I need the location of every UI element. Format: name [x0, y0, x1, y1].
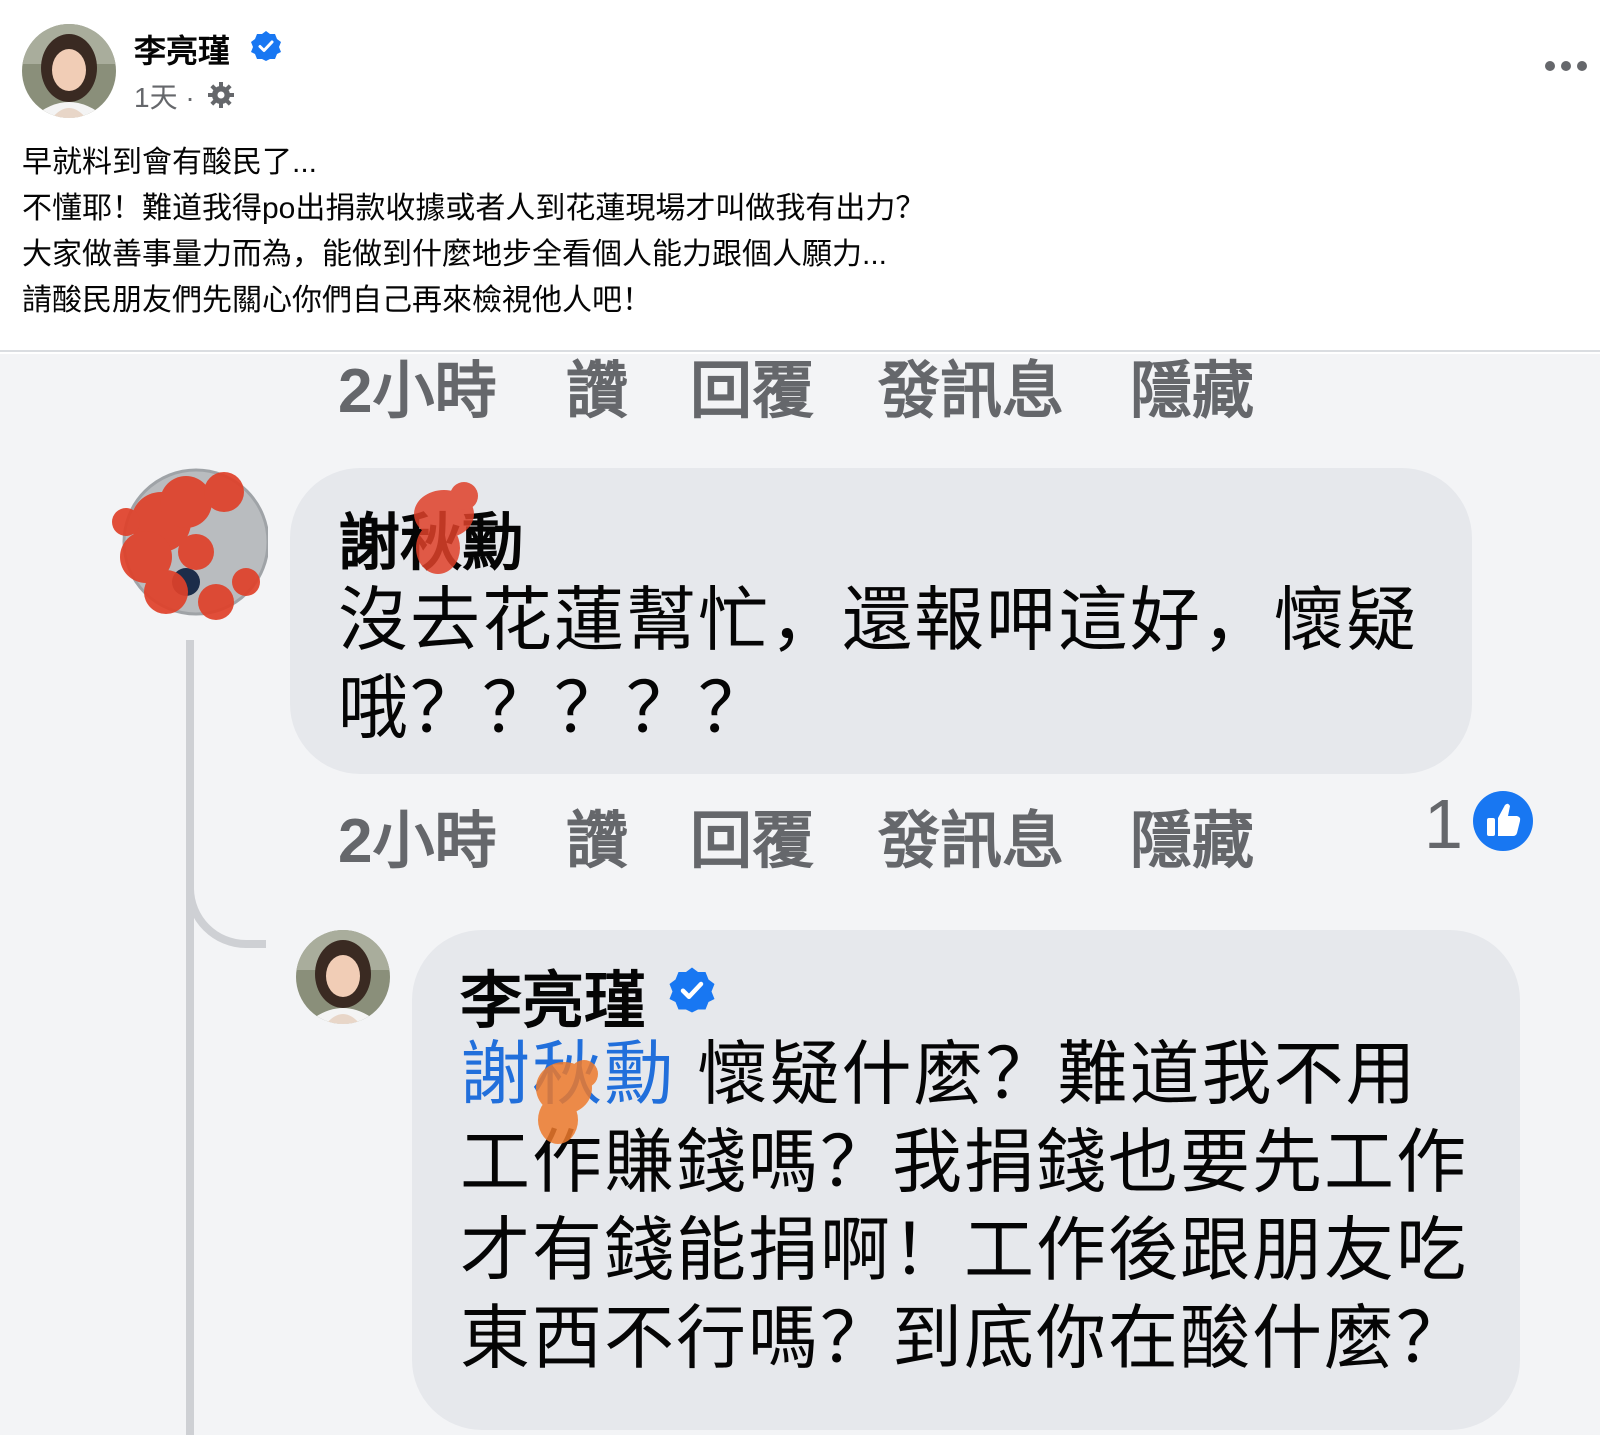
name-redaction-scribble [414, 482, 478, 574]
post-body-text: 早就料到會有酸民了... 不懂耶！難道我得po出捐款收據或者人到花蓮現場才叫做我… [22, 140, 925, 324]
thread-line [186, 640, 194, 1435]
reply-text: 謝秋勳 懷疑什麼？難道我不用 工作賺錢嗎？我捐錢也要先工作 才有錢能捐啊！工作後… [460, 1030, 1520, 1382]
post-header-section: 李亮瑾 1天 · 早就料到會有酸民了... 不懂耶！難道我得po出捐款收據或者人… [0, 0, 1600, 352]
hide-action[interactable]: 隱藏 [1130, 354, 1254, 430]
verified-badge-icon [251, 31, 281, 61]
like-action[interactable]: 讚 [566, 790, 628, 880]
commenter-avatar-redacted[interactable] [106, 462, 268, 624]
like-count[interactable]: 1 [1424, 784, 1463, 864]
reply-line: 東西不行嗎？到底你在酸什麼？ [460, 1299, 1468, 1377]
comment-text: 沒去花蓮幫忙，還報呷這好，懷疑 哦？？？？？ [338, 576, 1458, 752]
more-options-icon[interactable] [1544, 56, 1588, 76]
reply-author-name[interactable]: 李亮瑾 [460, 950, 646, 1040]
post-timestamp[interactable]: 1天 · [134, 76, 195, 116]
post-line: 大家做善事量力而為，能做到什麼地步全看個人能力跟個人願力... [22, 238, 888, 271]
reply-line: 工作賺錢嗎？我捐錢也要先工作 [460, 1123, 1468, 1201]
reply-action[interactable]: 回覆 [690, 354, 814, 430]
post-author-avatar[interactable] [22, 24, 116, 118]
like-thumb-icon[interactable] [1472, 790, 1534, 852]
message-action[interactable]: 發訊息 [878, 354, 1064, 430]
comment-time[interactable]: 2小時 [338, 790, 496, 880]
hide-action[interactable]: 隱藏 [1130, 790, 1254, 880]
post-line: 不懂耶！難道我得po出捐款收據或者人到花蓮現場才叫做我有出力？ [22, 192, 926, 225]
reply-line: 謝秋勳 懷疑什麼？難道我不用 [460, 1030, 1520, 1118]
comment-time[interactable]: 2小時 [338, 354, 496, 430]
post-author-name[interactable]: 李亮瑾 [134, 26, 230, 72]
reply-action[interactable]: 回覆 [690, 790, 814, 880]
post-line: 請酸民朋友們先關心你們自己再來檢視他人吧！ [22, 284, 652, 317]
reply-author-avatar[interactable] [296, 930, 390, 1024]
reply-line-rest: 懷疑什麼？難道我不用 [676, 1035, 1418, 1113]
like-action[interactable]: 讚 [566, 354, 628, 430]
mention-redaction-scribble [536, 1060, 598, 1144]
thread-connector [186, 844, 266, 948]
post-line: 早就料到會有酸民了... [22, 146, 318, 179]
comment-line: 哦？？？？？ [338, 669, 770, 747]
gear-icon [208, 82, 234, 108]
comment-line: 沒去花蓮幫忙，還報呷這好，懷疑 [338, 581, 1418, 659]
reply-line: 才有錢能捐啊！工作後跟朋友吃 [460, 1211, 1468, 1289]
comments-section: 2小時 讚 回覆 發訊息 隱藏 謝秋勳 [0, 354, 1600, 1435]
verified-badge-icon [669, 967, 715, 1013]
message-action[interactable]: 發訊息 [878, 790, 1064, 880]
